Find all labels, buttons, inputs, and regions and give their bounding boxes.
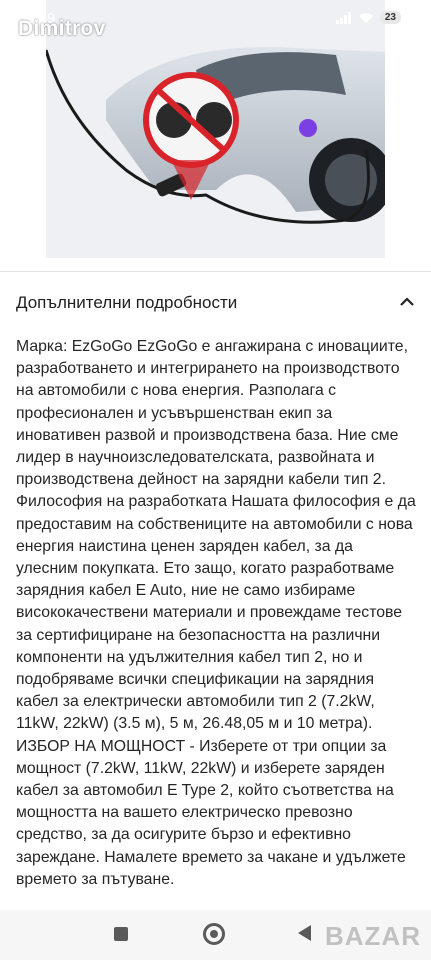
chevron-up-icon[interactable] <box>397 292 417 312</box>
home-icon[interactable] <box>203 923 225 945</box>
wifi-icon <box>358 12 373 23</box>
signal-icon <box>335 11 351 24</box>
product-description: Марка: EzGoGo EzGoGo е ангажирана с инов… <box>16 338 416 888</box>
status-bar: 9:49 23 <box>0 0 431 44</box>
navigation-bar: BAZAR <box>0 910 431 960</box>
system-icons: 23 <box>335 11 401 24</box>
recent-apps-icon[interactable] <box>114 927 128 941</box>
site-watermark: BAZAR <box>325 921 421 951</box>
back-icon[interactable] <box>298 925 311 941</box>
details-section-title[interactable]: Допълнителни подробности <box>16 293 237 313</box>
battery-icon: 23 <box>379 11 401 24</box>
clock: 9:49 <box>26 10 56 27</box>
divider <box>0 271 431 272</box>
